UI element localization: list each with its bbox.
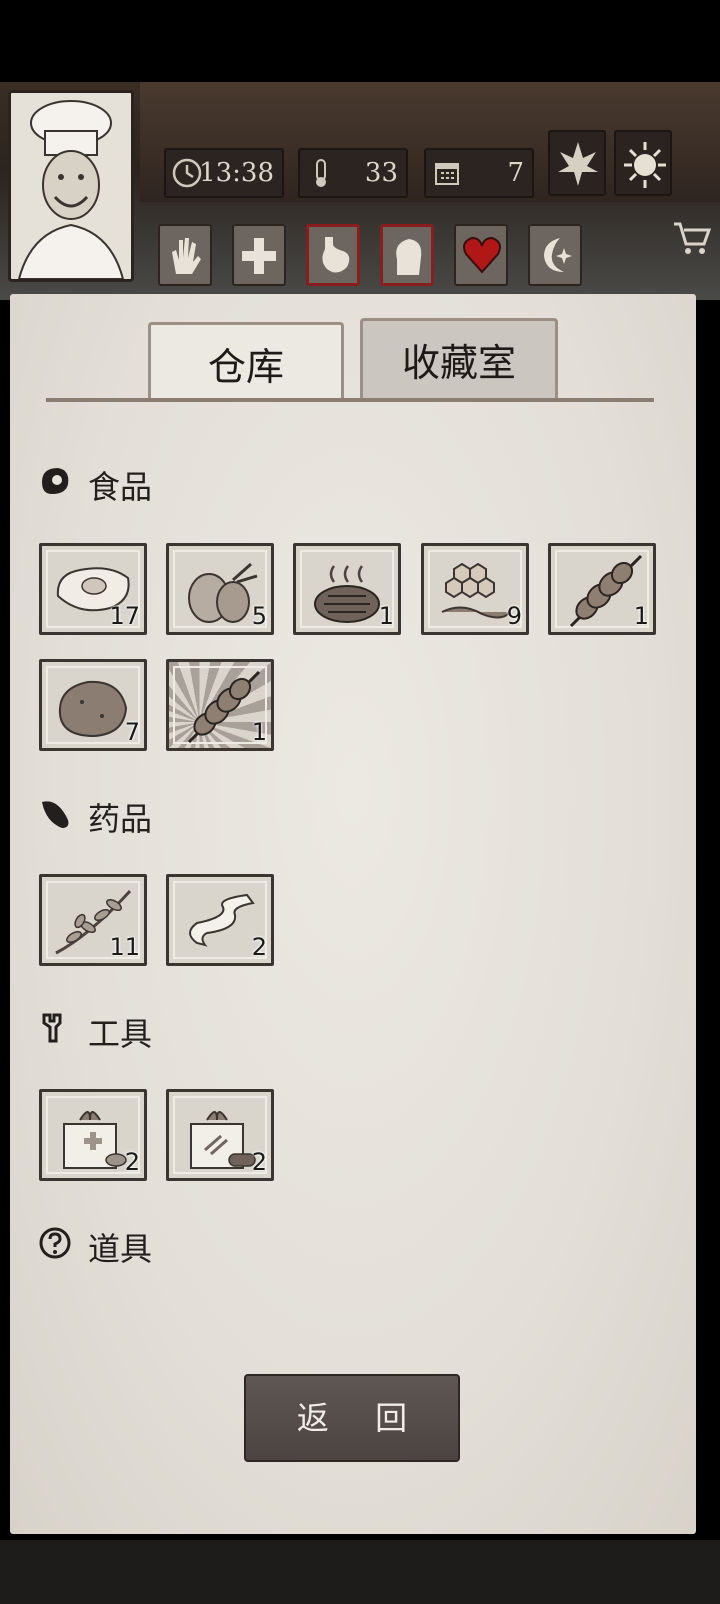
tab-storage[interactable]: 仓库 xyxy=(148,322,344,402)
section-tools-title: 工具 xyxy=(88,1015,153,1053)
season-indicator[interactable] xyxy=(548,130,606,196)
item-count: 17 xyxy=(109,602,140,630)
character-portrait[interactable] xyxy=(8,90,134,282)
clock-display: 13:38 xyxy=(164,148,284,198)
meat-skewer-icon xyxy=(569,554,643,628)
condition-stomach[interactable] xyxy=(306,224,360,286)
item-count: 9 xyxy=(506,602,522,630)
head-icon xyxy=(396,239,422,275)
heart-icon xyxy=(463,236,501,274)
item-slot-meat-skewer-special[interactable]: 1 xyxy=(166,659,274,751)
coconut-icon xyxy=(188,562,258,623)
supply-wood-box-icon xyxy=(190,1111,256,1169)
section-props-title: 道具 xyxy=(88,1230,153,1268)
temperature-value: 33 xyxy=(364,158,398,188)
item-slot-supply-wood-box[interactable]: 2 xyxy=(166,1089,274,1181)
thermometer-icon xyxy=(316,159,326,187)
bottom-bar xyxy=(0,1540,720,1604)
temperature-display: 33 xyxy=(298,148,408,198)
item-slot-coconut[interactable]: 5 xyxy=(166,543,274,635)
condition-sleep[interactable] xyxy=(528,224,582,286)
wrench-icon xyxy=(42,1013,62,1043)
item-count: 2 xyxy=(251,1148,267,1176)
stomach-icon xyxy=(322,237,350,273)
tab-collection[interactable]: 收藏室 xyxy=(360,318,558,402)
moon-star-icon xyxy=(544,238,572,272)
question-circle-icon xyxy=(39,1227,71,1259)
item-count: 11 xyxy=(109,933,140,961)
cart-icon xyxy=(674,222,712,254)
hand-icon xyxy=(172,238,201,274)
section-food-title: 食品 xyxy=(88,468,153,506)
item-count: 1 xyxy=(378,602,394,630)
medical-cross-icon xyxy=(242,238,276,274)
medkit-herb-box-icon xyxy=(63,1111,127,1169)
item-count: 2 xyxy=(124,1148,140,1176)
item-slot-bandage[interactable]: 2 xyxy=(166,874,274,966)
item-slot-raw-meat[interactable]: 17 xyxy=(39,543,147,635)
leaf-medicine-icon xyxy=(42,801,69,828)
chef-avatar-icon xyxy=(17,100,125,280)
day-display: 7 xyxy=(424,148,534,198)
bandage-icon xyxy=(189,893,255,947)
condition-health[interactable] xyxy=(232,224,286,286)
time-value: 13:38 xyxy=(199,158,274,188)
item-count: 1 xyxy=(633,602,649,630)
back-button[interactable]: 返 回 xyxy=(244,1374,460,1462)
item-slot-honeycomb[interactable]: 9 xyxy=(421,543,529,635)
leaf-icon xyxy=(558,142,598,186)
item-slot-meat-skewer[interactable]: 1 xyxy=(548,543,656,635)
section-medicine-title: 药品 xyxy=(88,800,153,838)
item-count: 5 xyxy=(251,602,267,630)
sun-icon xyxy=(624,142,666,188)
item-count: 1 xyxy=(251,718,267,746)
item-count: 2 xyxy=(251,933,267,961)
status-bar xyxy=(0,0,720,82)
grilled-steak-icon xyxy=(314,565,380,623)
honeycomb-icon xyxy=(441,562,511,619)
meat-icon xyxy=(42,468,69,494)
item-slot-medkit-herb-box[interactable]: 2 xyxy=(39,1089,147,1181)
weather-indicator[interactable] xyxy=(614,130,672,196)
calendar-icon xyxy=(435,163,459,185)
condition-hand[interactable] xyxy=(158,224,212,286)
item-slot-potato[interactable]: 7 xyxy=(39,659,147,751)
tab-divider xyxy=(46,398,654,402)
shop-cart-button[interactable] xyxy=(672,218,712,262)
item-count: 7 xyxy=(124,718,140,746)
potato-icon xyxy=(58,680,128,738)
meat-skewer-special-icon xyxy=(187,670,261,744)
day-value: 7 xyxy=(507,158,524,188)
condition-mind[interactable] xyxy=(380,224,434,286)
clock-icon xyxy=(172,158,202,188)
item-slot-herb[interactable]: 11 xyxy=(39,874,147,966)
item-slot-grilled-steak[interactable]: 1 xyxy=(293,543,401,635)
condition-heart[interactable] xyxy=(454,224,508,286)
